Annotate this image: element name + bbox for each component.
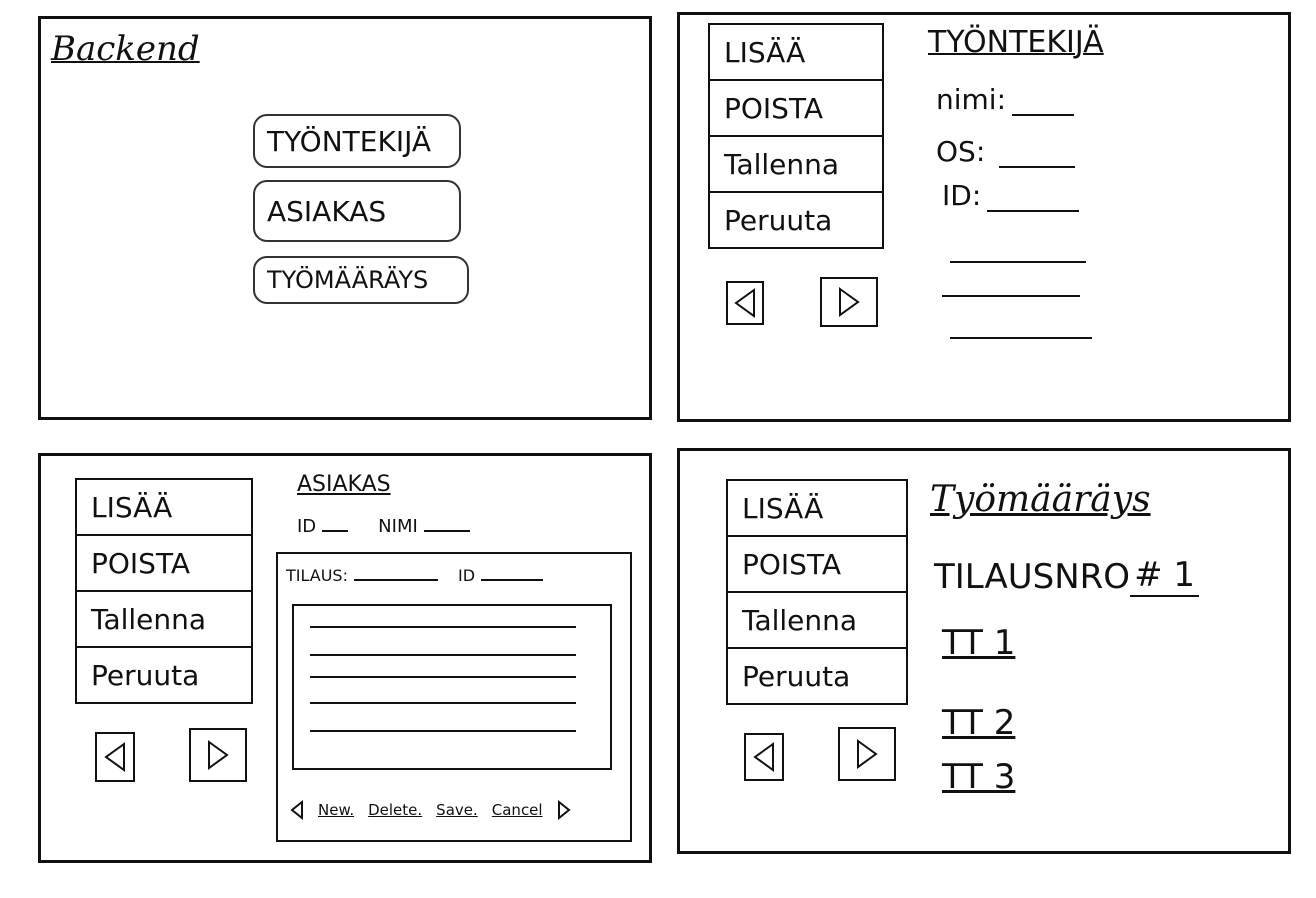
order-id-label: ID <box>457 566 476 585</box>
add-button[interactable]: LISÄÄ <box>77 480 251 536</box>
order-list[interactable] <box>292 604 612 770</box>
blank-field-line[interactable] <box>950 337 1092 339</box>
list-item[interactable] <box>310 730 576 732</box>
delete-order-button[interactable]: Delete. <box>368 801 422 819</box>
triangle-left-icon <box>753 742 774 772</box>
list-item[interactable]: TT 2 <box>942 703 1015 743</box>
list-item[interactable] <box>310 702 576 704</box>
os-field-row: OS: <box>936 135 1076 168</box>
customer-id-field: ID <box>297 516 349 537</box>
triangle-right-icon[interactable] <box>557 800 571 820</box>
list-item[interactable] <box>310 654 576 656</box>
cancel-button[interactable]: Peruuta <box>710 193 882 249</box>
list-item[interactable] <box>310 626 576 628</box>
previous-button[interactable] <box>744 733 784 781</box>
triangle-left-icon <box>734 288 755 318</box>
action-menu: LISÄÄ POISTA Tallenna Peruuta <box>75 478 253 704</box>
triangle-left-icon <box>104 742 125 772</box>
delete-button[interactable]: POISTA <box>728 537 906 593</box>
id-label: ID: <box>942 179 982 212</box>
work-order-heading: Työmääräys <box>930 479 1151 520</box>
cancel-button[interactable]: Peruuta <box>728 649 906 705</box>
work-order-panel: LISÄÄ POISTA Tallenna Peruuta Työmääräys… <box>677 448 1291 854</box>
add-button[interactable]: LISÄÄ <box>728 481 906 537</box>
id-field-row: ID: <box>942 179 1080 212</box>
delete-button[interactable]: POISTA <box>77 536 251 592</box>
employee-button[interactable]: TYÖNTEKIJÄ <box>253 114 461 168</box>
list-item[interactable] <box>310 676 576 678</box>
list-item[interactable]: TT 1 <box>942 623 1015 663</box>
action-menu: LISÄÄ POISTA Tallenna Peruuta <box>708 23 884 249</box>
save-button[interactable]: Tallenna <box>728 593 906 649</box>
customer-id-input[interactable] <box>322 516 349 532</box>
next-button[interactable] <box>189 728 247 782</box>
customer-fields: ID NIMI <box>297 516 470 537</box>
name-input[interactable] <box>1012 92 1075 116</box>
order-id-input[interactable] <box>481 567 544 581</box>
triangle-right-icon <box>839 287 860 317</box>
list-item[interactable]: TT 3 <box>942 757 1015 797</box>
delete-button[interactable]: POISTA <box>710 81 882 137</box>
save-button[interactable]: Tallenna <box>77 592 251 648</box>
next-button[interactable] <box>820 277 878 327</box>
new-button[interactable]: New. <box>318 801 354 819</box>
customer-heading: ASIAKAS <box>297 472 391 497</box>
order-label: TILAUS: <box>286 566 348 585</box>
triangle-right-icon <box>208 740 229 770</box>
employee-heading: TYÖNTEKIJÄ <box>928 25 1104 60</box>
customer-button[interactable]: ASIAKAS <box>253 180 461 242</box>
os-label: OS: <box>936 135 986 168</box>
previous-button[interactable] <box>95 732 135 782</box>
customer-name-field: NIMI <box>378 516 470 537</box>
triangle-left-icon[interactable] <box>290 800 304 820</box>
page-title: Backend <box>51 29 200 69</box>
order-number-value[interactable]: # 1 <box>1130 555 1200 597</box>
add-button[interactable]: LISÄÄ <box>710 25 882 81</box>
name-label: nimi: <box>936 83 1007 116</box>
customer-name-input[interactable] <box>423 516 470 532</box>
order-field: TILAUS: <box>286 566 438 585</box>
customer-name-label: NIMI <box>378 516 418 537</box>
name-field-row: nimi: <box>936 83 1075 116</box>
action-menu: LISÄÄ POISTA Tallenna Peruuta <box>726 479 908 705</box>
employee-panel: LISÄÄ POISTA Tallenna Peruuta TYÖNTEKIJÄ… <box>677 12 1291 422</box>
order-id-field: ID <box>457 566 544 585</box>
order-input[interactable] <box>353 567 438 581</box>
os-input[interactable] <box>999 144 1076 168</box>
customer-id-label: ID <box>297 516 317 537</box>
work-order-button[interactable]: TYÖMÄÄRÄYS <box>253 256 469 304</box>
triangle-right-icon <box>857 739 878 769</box>
save-order-button[interactable]: Save. <box>436 801 478 819</box>
order-number-field: TILAUSNRO # 1 <box>934 555 1200 597</box>
save-button[interactable]: Tallenna <box>710 137 882 193</box>
order-number-label: TILAUSNRO <box>934 557 1131 597</box>
next-button[interactable] <box>838 727 896 781</box>
previous-button[interactable] <box>726 281 764 325</box>
cancel-order-button[interactable]: Cancel <box>492 801 543 819</box>
order-toolbar: New. Delete. Save. Cancel <box>290 800 571 820</box>
customer-panel: LISÄÄ POISTA Tallenna Peruuta ASIAKAS ID… <box>38 453 652 863</box>
backend-panel: Backend TYÖNTEKIJÄ ASIAKAS TYÖMÄÄRÄYS <box>38 16 652 420</box>
blank-field-line[interactable] <box>942 295 1080 297</box>
id-input[interactable] <box>987 188 1080 212</box>
cancel-button[interactable]: Peruuta <box>77 648 251 704</box>
blank-field-line[interactable] <box>950 261 1086 263</box>
order-fields: TILAUS: ID <box>286 566 544 585</box>
orders-box: TILAUS: ID New. Delete. Save. Cancel <box>276 552 632 842</box>
